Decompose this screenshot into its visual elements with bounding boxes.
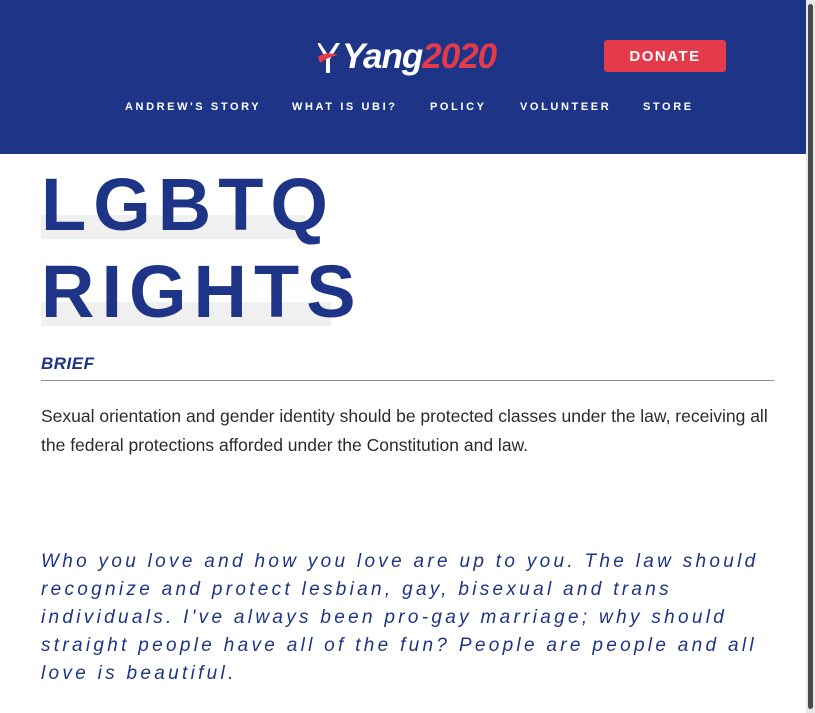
summary-paragraph: Sexual orientation and gender identity s… [41,406,768,455]
section-label-brief: BRIEF [41,354,95,373]
scrollbar-thumb[interactable] [808,4,813,709]
page-scrollbar[interactable] [806,0,815,713]
donate-button[interactable]: DONATE [604,40,726,72]
page-title-line1: LGBTQ [41,163,335,246]
main-nav: ANDREW'S STORY WHAT IS UBI? POLICY VOLUN… [0,101,815,115]
site-header: Yang 2020 DONATE ANDREW'S STORY WHAT IS U… [0,0,815,154]
logo-flag-icon [317,37,342,77]
section-divider [41,380,774,381]
nav-item-store[interactable]: STORE [643,101,694,113]
yang2020-logo[interactable]: Yang 2020 [317,34,497,80]
nav-item-what-is-ubi[interactable]: WHAT IS UBI? [292,101,398,113]
nav-item-policy[interactable]: POLICY [430,101,487,113]
page-title-line2: RIGHTS [41,250,363,333]
candidate-quote: Who you love and how you love are up to … [41,551,759,684]
nav-item-andrews-story[interactable]: ANDREW'S STORY [125,101,261,113]
logo-text-2020: 2020 [422,37,497,76]
logo-text-yang: Yang [342,37,423,76]
nav-item-volunteer[interactable]: VOLUNTEER [520,101,611,113]
